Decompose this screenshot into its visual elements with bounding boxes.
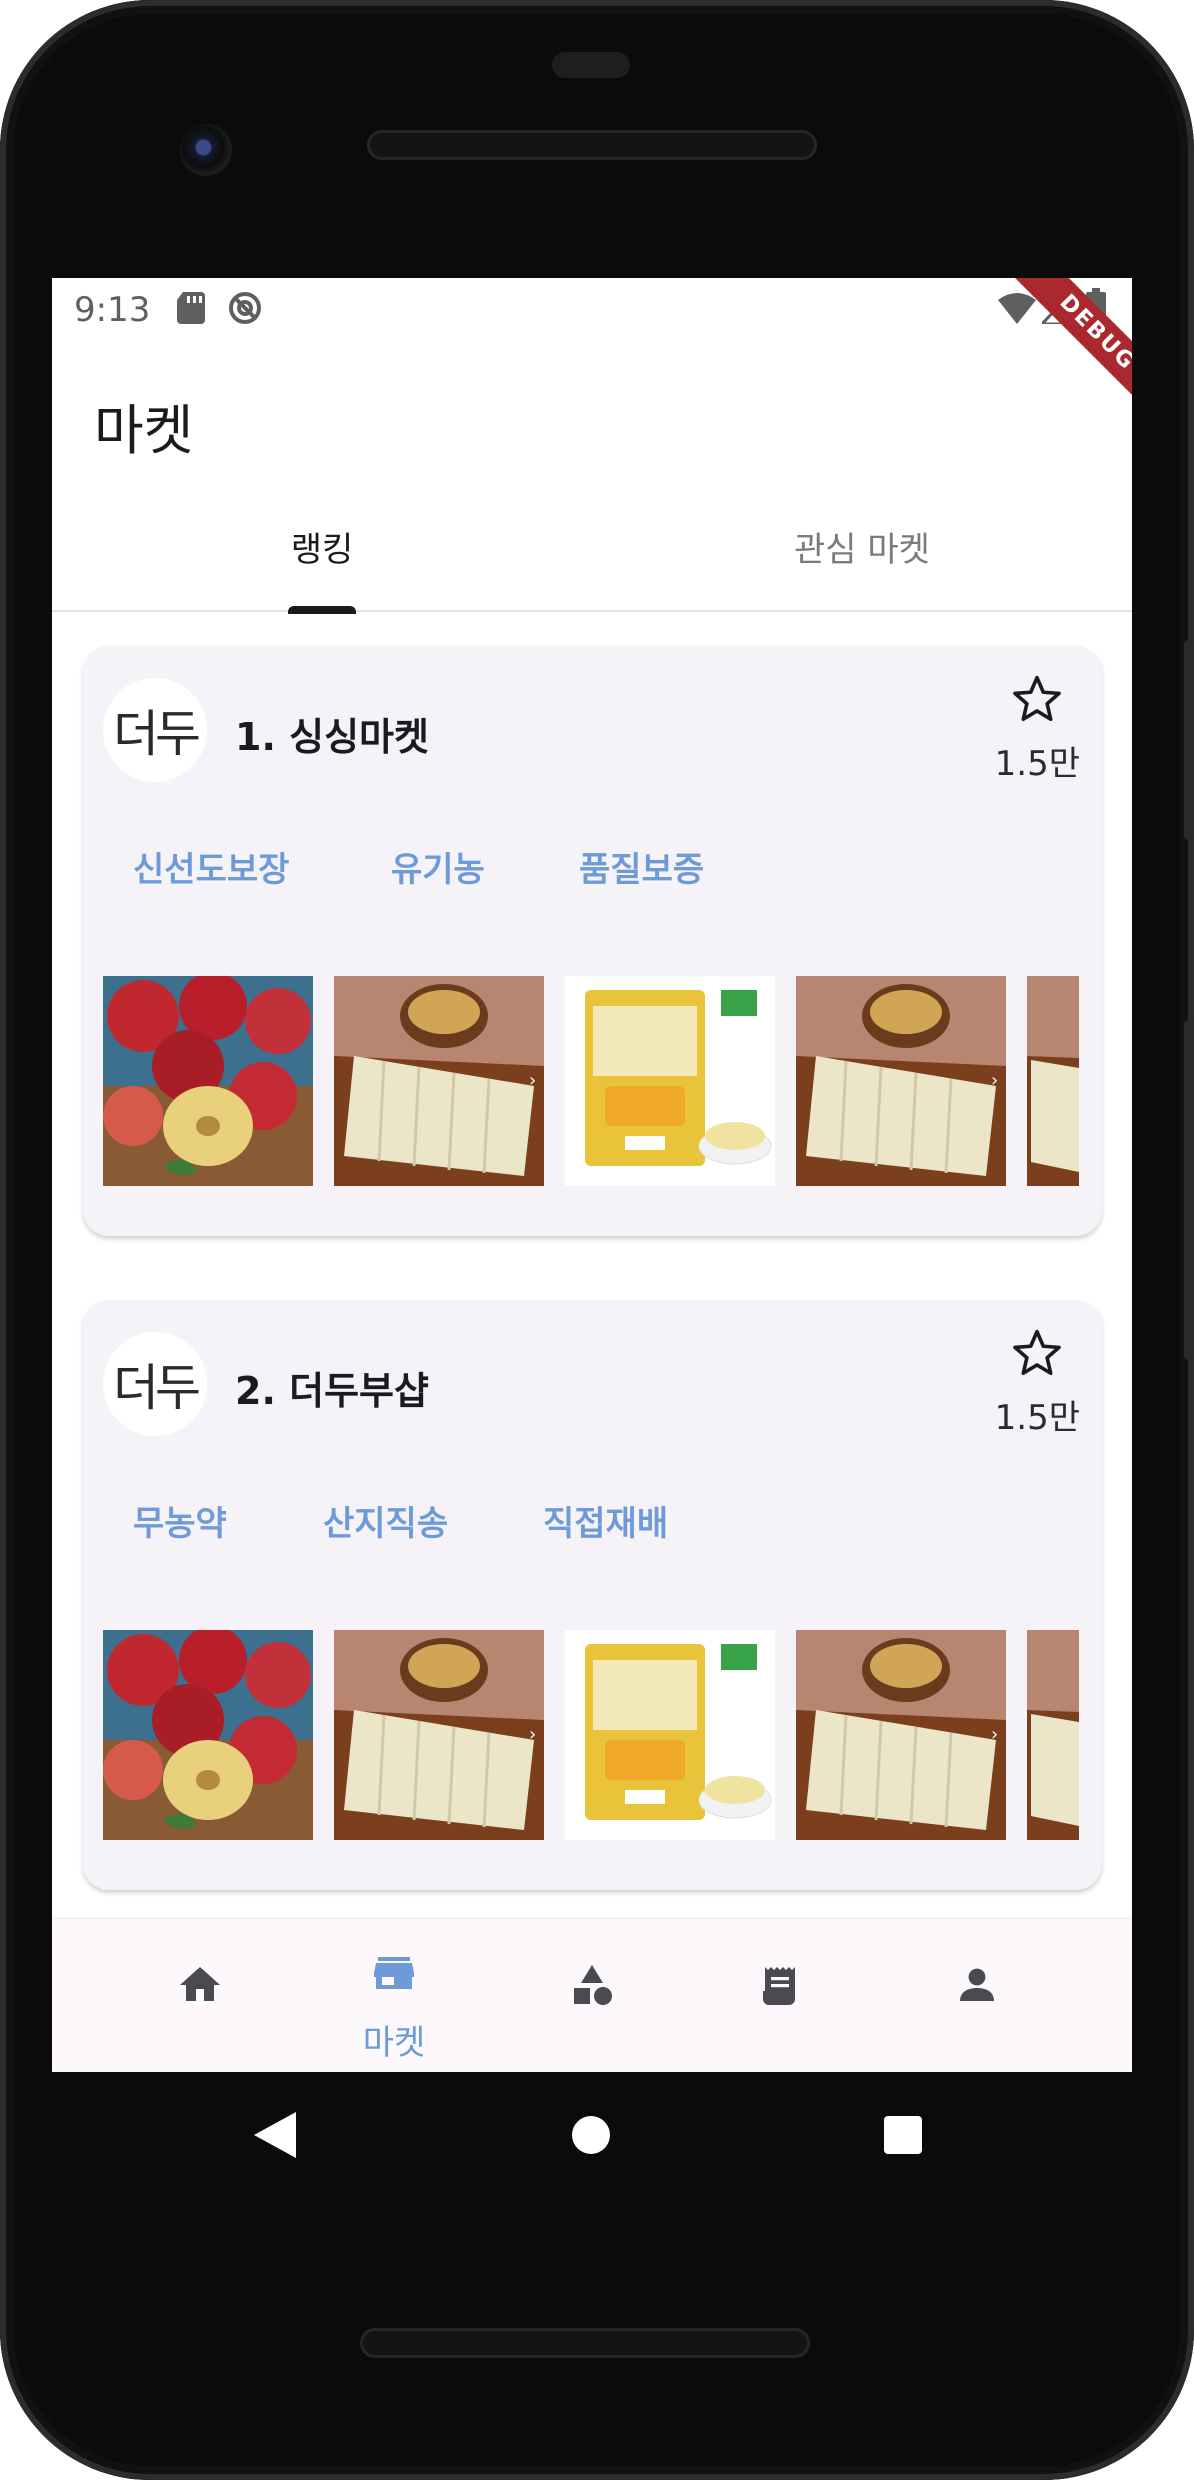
home-icon xyxy=(180,1967,220,2001)
back-icon[interactable] xyxy=(254,2112,296,2158)
product-image-tofu[interactable]: › xyxy=(796,1630,1006,1840)
tab-label: 랭킹 xyxy=(290,530,354,570)
status-bar: 9:13 xyxy=(52,278,1132,346)
svg-text:›: › xyxy=(529,1070,536,1091)
tab-label: 관심 마켓 xyxy=(794,530,930,570)
svg-text:›: › xyxy=(991,1070,998,1091)
status-time: 9:13 xyxy=(74,290,151,330)
proximity-sensor xyxy=(552,52,630,78)
store-name: 2. 더두부샵 xyxy=(235,1369,429,1413)
product-image-tofu[interactable] xyxy=(1027,1630,1079,1840)
nav-profile[interactable] xyxy=(869,1919,1085,2072)
power-button xyxy=(1184,640,1194,840)
store-icon xyxy=(374,1957,414,1989)
product-image-tofu[interactable]: › xyxy=(334,1630,544,1840)
product-image-bean-sprouts[interactable] xyxy=(565,1630,775,1840)
person-icon xyxy=(960,1968,994,2001)
svg-text:›: › xyxy=(991,1724,998,1745)
star-icon[interactable] xyxy=(1010,1326,1064,1380)
like-count: 1.5만 xyxy=(994,744,1080,784)
bottom-navigation: 마켓 xyxy=(52,1918,1132,2072)
home-button-icon[interactable] xyxy=(572,2116,610,2154)
product-image-tofu[interactable]: › xyxy=(796,976,1006,1186)
like-count: 1.5만 xyxy=(994,1398,1080,1438)
product-image-apple[interactable] xyxy=(103,976,313,1186)
front-camera xyxy=(180,124,232,176)
phone-frame: 9:13 DEBUG 마켓 랭킹 관심 마켓 더두 1. 싱싱마켓 1.5만 신… xyxy=(0,0,1194,2480)
receipt-icon xyxy=(763,1967,795,2005)
recent-apps-icon[interactable] xyxy=(884,2116,922,2154)
tab-indicator xyxy=(288,606,356,614)
top-speaker xyxy=(367,130,817,160)
wifi-icon xyxy=(998,293,1036,324)
product-image-apple[interactable] xyxy=(103,1630,313,1840)
market-card[interactable]: 더두 1. 싱싱마켓 1.5만 신선도보장 유기농 품질보증 › › xyxy=(83,646,1102,1236)
nav-home[interactable] xyxy=(92,1919,308,2072)
nav-orders[interactable] xyxy=(673,1919,889,2072)
nav-category[interactable] xyxy=(484,1919,700,2072)
tag-chip[interactable]: 품질보증 xyxy=(579,842,704,891)
tag-chip[interactable]: 유기농 xyxy=(391,842,485,891)
tag-chip[interactable]: 무농약 xyxy=(133,1496,227,1545)
nav-market[interactable]: 마켓 xyxy=(286,1919,502,2072)
star-icon[interactable] xyxy=(1010,672,1064,726)
do-not-disturb-icon xyxy=(229,292,261,324)
store-name: 1. 싱싱마켓 xyxy=(235,715,429,759)
bottom-speaker xyxy=(360,2328,810,2358)
product-image-bean-sprouts[interactable] xyxy=(565,976,775,1186)
sd-card-icon xyxy=(177,292,205,324)
page-title: 마켓 xyxy=(94,399,194,462)
store-logo: 더두 xyxy=(103,678,207,782)
tag-chip[interactable]: 신선도보장 xyxy=(133,842,289,891)
volume-button xyxy=(1184,1020,1194,1360)
app-screen: 9:13 DEBUG 마켓 랭킹 관심 마켓 더두 1. 싱싱마켓 1.5만 신… xyxy=(52,278,1132,2072)
nav-label: 마켓 xyxy=(362,2023,426,2063)
tab-bar: 랭킹 관심 마켓 xyxy=(52,488,1132,614)
tag-chip[interactable]: 산지직송 xyxy=(323,1496,448,1545)
tab-favorite-markets[interactable]: 관심 마켓 xyxy=(592,488,1132,612)
store-logo: 더두 xyxy=(103,1332,207,1436)
product-image-tofu[interactable]: › xyxy=(334,976,544,1186)
tag-chip[interactable]: 직접재배 xyxy=(543,1496,668,1545)
category-icon xyxy=(574,1965,612,2005)
tab-ranking[interactable]: 랭킹 xyxy=(52,488,592,614)
svg-text:›: › xyxy=(529,1724,536,1745)
product-image-tofu[interactable] xyxy=(1027,976,1079,1186)
market-card[interactable]: 더두 2. 더두부샵 1.5만 무농약 산지직송 직접재배 › › xyxy=(83,1300,1102,1890)
